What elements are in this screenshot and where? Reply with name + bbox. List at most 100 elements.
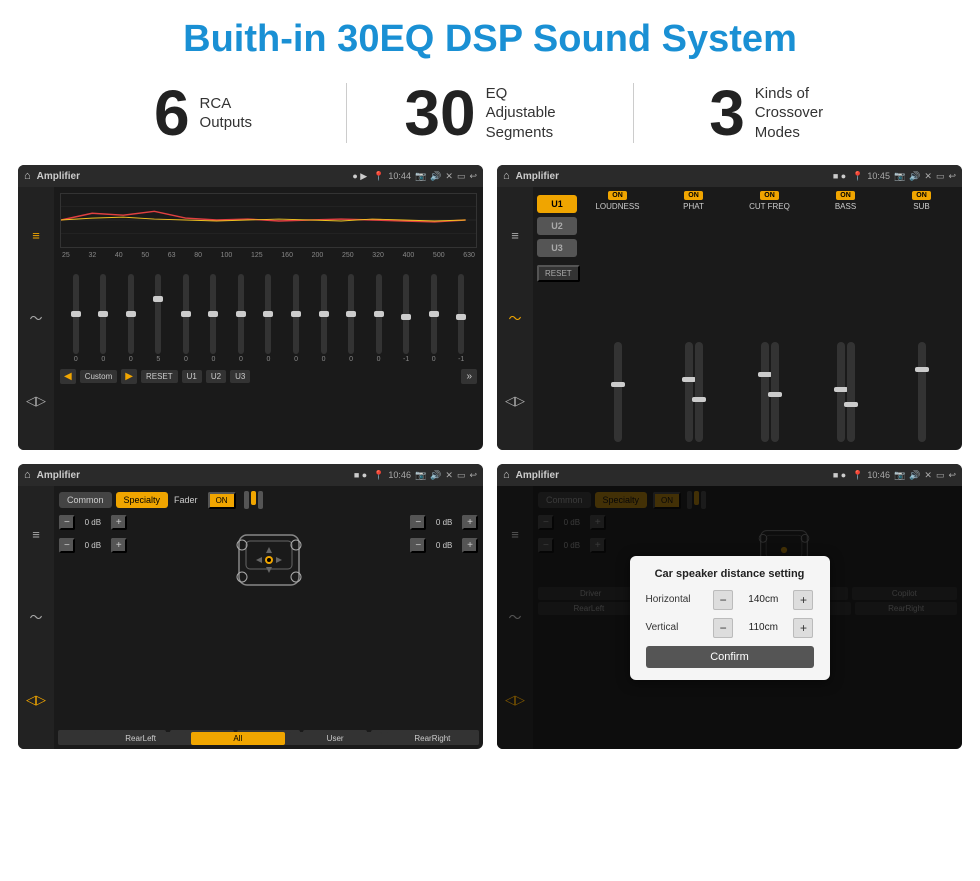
cutfreq-on[interactable]: ON [760, 191, 779, 200]
confirm-button[interactable]: Confirm [646, 646, 814, 668]
phat-on[interactable]: ON [684, 191, 703, 200]
crossover-layout: U1 U2 U3 RESET ON LOUDNESS [537, 191, 958, 446]
eq-expand-btn[interactable]: » [461, 369, 477, 384]
eq-display [60, 193, 477, 248]
screen3-title: Amplifier [37, 470, 80, 481]
close-icon-2[interactable]: ✕ [924, 171, 932, 182]
u1-button[interactable]: U1 [537, 195, 577, 213]
vertical-plus-btn[interactable]: + [793, 618, 813, 638]
horizontal-minus-btn[interactable]: − [713, 590, 733, 610]
eq-play-btn[interactable]: ▶ [121, 369, 137, 384]
minimize-icon[interactable]: ▭ [457, 171, 466, 182]
volume-icon-4: 🔊 [909, 470, 920, 481]
loudness-slider[interactable] [614, 342, 622, 442]
all-btn[interactable]: All [191, 732, 284, 745]
back-icon[interactable]: ↩ [469, 171, 477, 182]
volume-icon-2: 🔊 [909, 171, 920, 182]
dialog-title: Car speaker distance setting [646, 568, 814, 580]
home-icon[interactable]: ⌂ [24, 170, 31, 182]
phat-slider-g[interactable] [685, 342, 693, 442]
db3-minus-btn[interactable]: − [410, 515, 426, 530]
screen4-indicator: ■ ● [833, 470, 846, 480]
fader-bar-1 [244, 491, 249, 509]
home-icon-2[interactable]: ⌂ [503, 170, 510, 182]
screen3-content: ≡ 〜 ◁▷ Common Specialty Fader ON [18, 486, 483, 749]
eq-u1-btn[interactable]: U1 [182, 370, 202, 383]
eq-icon-2[interactable]: ≡ [511, 228, 519, 243]
back-icon-4[interactable]: ↩ [948, 470, 956, 481]
wave-icon[interactable]: 〜 [29, 308, 42, 327]
close-icon-3[interactable]: ✕ [445, 470, 453, 481]
screen1-dot: ● ▶ [352, 171, 367, 182]
vertical-minus-btn[interactable]: − [713, 618, 733, 638]
loudness-on[interactable]: ON [608, 191, 627, 200]
eq-slider-8: 0 [282, 274, 310, 363]
screen1-main: 253240506380100125160200250320400500630 … [54, 187, 483, 450]
screen3-sidebar: ≡ 〜 ◁▷ [18, 486, 54, 749]
user-btn[interactable]: User [289, 732, 382, 745]
close-icon[interactable]: ✕ [445, 171, 453, 182]
eq-custom-btn[interactable]: Custom [80, 370, 118, 383]
dialog-box: Car speaker distance setting Horizontal … [630, 556, 830, 680]
eq-icon-3[interactable]: ≡ [32, 527, 40, 542]
rearright-btn[interactable]: RearRight [386, 732, 479, 745]
eq-u3-btn[interactable]: U3 [230, 370, 250, 383]
eq-u2-btn[interactable]: U2 [206, 370, 226, 383]
eq-icon[interactable]: ≡ [32, 228, 40, 243]
camera-icon: 📷 [415, 171, 426, 182]
eq-slider-1: 0 [90, 274, 118, 363]
wave-icon-2[interactable]: 〜 [508, 308, 521, 327]
minimize-icon-3[interactable]: ▭ [457, 470, 466, 481]
db1-plus-btn[interactable]: + [111, 515, 127, 530]
fader-on-btn[interactable]: ON [208, 492, 236, 509]
u3-button[interactable]: U3 [537, 239, 577, 257]
bass-slider-2[interactable] [847, 342, 855, 442]
eq-prev-btn[interactable]: ◀ [60, 369, 76, 384]
dialog-overlay: Car speaker distance setting Horizontal … [497, 486, 962, 749]
db1-minus-btn[interactable]: − [59, 515, 75, 530]
db4-plus-btn[interactable]: + [462, 538, 478, 553]
speaker-icon-3[interactable]: ◁▷ [26, 692, 46, 708]
db4-minus-btn[interactable]: − [410, 538, 426, 553]
sub-label: SUB [913, 202, 929, 211]
crossover-reset-btn[interactable]: RESET [537, 265, 580, 282]
home-icon-3[interactable]: ⌂ [24, 469, 31, 481]
minimize-icon-4[interactable]: ▭ [936, 470, 945, 481]
channel-cutfreq: ON CUT FREQ [733, 191, 806, 446]
u2-button[interactable]: U2 [537, 217, 577, 235]
tab-common[interactable]: Common [59, 492, 112, 508]
home-icon-4[interactable]: ⌂ [503, 469, 510, 481]
db2-plus-btn[interactable]: + [111, 538, 127, 553]
minimize-icon-2[interactable]: ▭ [936, 171, 945, 182]
horizontal-plus-btn[interactable]: + [793, 590, 813, 610]
bass-slider[interactable] [837, 342, 845, 442]
phat-slider-f[interactable] [695, 342, 703, 442]
volume-icon-3: 🔊 [430, 470, 441, 481]
eq-reset-btn[interactable]: RESET [141, 370, 178, 383]
fader-tabs: Common Specialty [59, 492, 168, 508]
sub-slider[interactable] [918, 342, 926, 442]
wave-icon-3[interactable]: 〜 [29, 607, 42, 626]
screen2-topbar: ⌂ Amplifier ■ ● 📍 10:45 📷 🔊 ✕ ▭ ↩ [497, 165, 962, 187]
screen1-title: Amplifier [37, 171, 80, 182]
screen1-topbar: ⌂ Amplifier ● ▶ 📍 10:44 📷 🔊 ✕ ▭ ↩ [18, 165, 483, 187]
eq-slider-3: 5 [145, 274, 173, 363]
bass-on[interactable]: ON [836, 191, 855, 200]
cutfreq-slider-g[interactable] [771, 342, 779, 442]
eq-slider-9: 0 [310, 274, 338, 363]
db3-value: 0 dB [430, 518, 458, 527]
db3-plus-btn[interactable]: + [462, 515, 478, 530]
stat-eq-label: EQ Adjustable Segments [486, 84, 576, 143]
tab-specialty[interactable]: Specialty [116, 492, 169, 508]
close-icon-4[interactable]: ✕ [924, 470, 932, 481]
speaker-icon-2[interactable]: ◁▷ [505, 393, 525, 409]
horizontal-value: 140cm [741, 594, 786, 605]
fader-sliders-h [244, 491, 263, 509]
speaker-icon[interactable]: ◁▷ [26, 393, 46, 409]
sub-on[interactable]: ON [912, 191, 931, 200]
rearleft-btn[interactable]: RearLeft [94, 732, 187, 745]
screen4-icons: 📍 10:46 📷 🔊 ✕ ▭ ↩ [852, 470, 956, 481]
db2-minus-btn[interactable]: − [59, 538, 75, 553]
back-icon-2[interactable]: ↩ [948, 171, 956, 182]
back-icon-3[interactable]: ↩ [469, 470, 477, 481]
